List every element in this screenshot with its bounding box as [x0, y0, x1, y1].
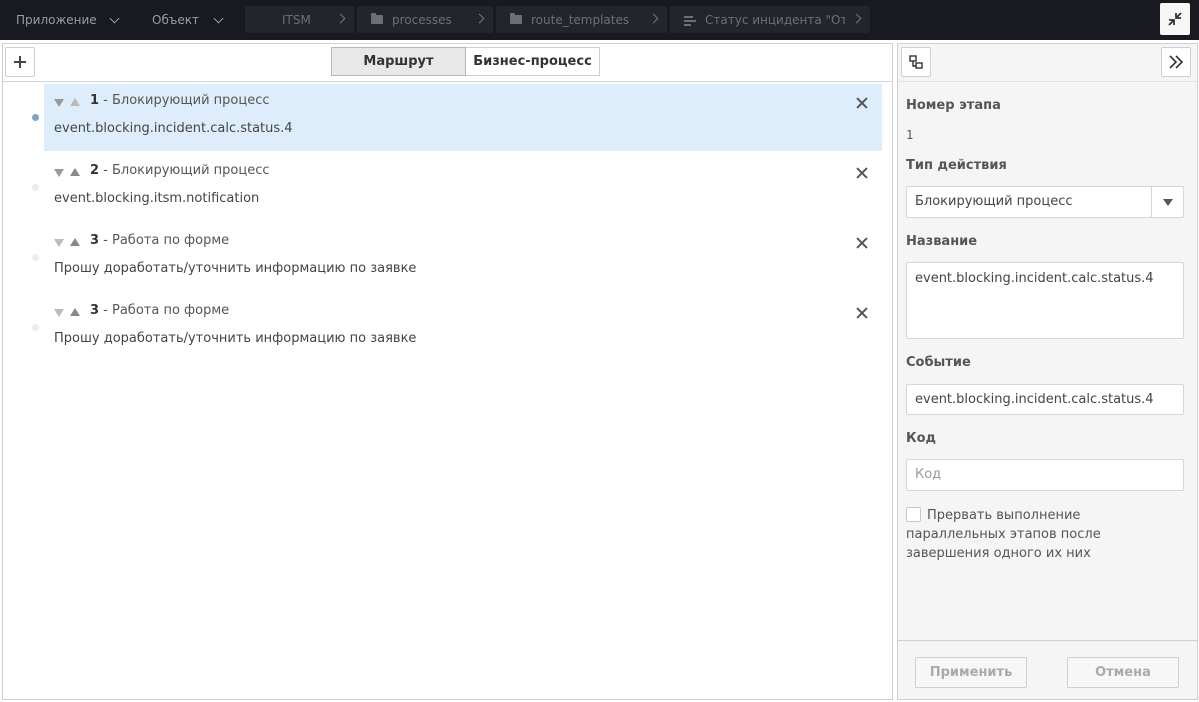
stage-type: - Работа по форме — [99, 303, 230, 318]
stage-description: Прошу доработать/уточнить информацию по … — [54, 261, 417, 276]
stage-properties-panel: Номер этапа 1 Тип действия Блокирующий п… — [897, 43, 1198, 700]
stage-dot — [32, 184, 39, 191]
breadcrumb-label: route_templates — [531, 12, 630, 27]
stage-sort-controls — [54, 97, 84, 109]
event-input[interactable]: event.blocking.incident.calc.status.4 — [906, 384, 1184, 415]
breadcrumb-label: ITSM — [282, 12, 311, 27]
stage-sort-controls — [54, 167, 84, 179]
view-tabs: Маршрут Бизнес-процесс — [331, 47, 600, 76]
action-type-label: Тип действия — [906, 158, 1007, 173]
stage-number: 3 — [90, 233, 100, 248]
breadcrumb-incident-status[interactable]: Статус инцидента "От... — [670, 6, 870, 33]
object-menu-label: Объект — [152, 13, 199, 27]
move-up-icon[interactable] — [70, 98, 80, 106]
code-label: Код — [906, 431, 937, 446]
stage-sort-controls — [54, 307, 84, 319]
stage-dot — [32, 324, 39, 331]
object-menu[interactable]: Объект — [152, 0, 224, 40]
add-stage-button[interactable] — [5, 47, 35, 77]
tab-route[interactable]: Маршрут — [331, 47, 466, 76]
delete-stage-button[interactable] — [856, 97, 868, 109]
tab-business-process[interactable]: Бизнес-процесс — [466, 47, 600, 76]
stage-number: 3 — [90, 303, 100, 318]
stage-type: - Работа по форме — [99, 233, 230, 248]
stage-title: 2 - Блокирующий процесс — [90, 163, 270, 178]
stage-description: Прошу доработать/уточнить информацию по … — [54, 331, 417, 346]
name-textarea[interactable]: event.blocking.incident.calc.status.4 — [906, 262, 1184, 339]
stage-title: 3 - Работа по форме — [90, 233, 229, 248]
app-menu-label: Приложение — [16, 13, 97, 27]
folder-icon — [371, 13, 383, 24]
plus-icon — [14, 56, 26, 68]
stage-row[interactable]: 3 - Работа по форме Прошу доработать/уто… — [44, 224, 882, 291]
stage-active-dot — [32, 114, 39, 121]
properties-footer: Применить Отмена — [898, 640, 1197, 700]
chevron-right-icon — [648, 13, 659, 24]
move-down-icon[interactable] — [54, 309, 64, 317]
name-label: Название — [906, 234, 978, 249]
move-up-icon[interactable] — [70, 168, 80, 176]
stage-title: 3 - Работа по форме — [90, 303, 229, 318]
stage-type: - Блокирующий процесс — [99, 163, 270, 178]
stage-number-label: Номер этапа — [906, 98, 1001, 113]
top-bar: Приложение Объект ITSM processes route_t… — [0, 0, 1199, 40]
tree-icon — [909, 55, 923, 69]
move-down-icon[interactable] — [54, 239, 64, 247]
stage-row[interactable]: 3 - Работа по форме Прошу доработать/уто… — [44, 294, 882, 361]
stage-row[interactable]: 2 - Блокирующий процесс event.blocking.i… — [44, 154, 882, 221]
apply-button[interactable]: Применить — [915, 657, 1027, 688]
breadcrumb-processes[interactable]: processes — [357, 6, 493, 33]
stage-sort-controls — [54, 237, 84, 249]
delete-stage-button[interactable] — [856, 167, 868, 179]
route-toolbar: Маршрут Бизнес-процесс — [3, 44, 892, 82]
chevron-down-icon — [109, 13, 120, 23]
collapse-panel-button[interactable] — [1161, 47, 1191, 77]
chevron-right-icon — [474, 13, 485, 24]
delete-stage-button[interactable] — [856, 307, 868, 319]
move-up-icon[interactable] — [70, 238, 80, 246]
stage-type: - Блокирующий процесс — [99, 93, 270, 108]
route-icon — [684, 15, 696, 26]
folder-icon — [510, 13, 522, 24]
breadcrumb-label: Статус инцидента "От... — [705, 12, 845, 27]
action-type-value: Блокирующий процесс — [915, 194, 1073, 209]
stage-title: 1 - Блокирующий процесс — [90, 93, 270, 108]
collapse-icon — [1168, 12, 1182, 26]
stage-description: event.blocking.itsm.notification — [54, 191, 260, 206]
move-up-icon[interactable] — [70, 308, 80, 316]
cancel-button[interactable]: Отмена — [1067, 657, 1179, 688]
app-menu[interactable]: Приложение — [16, 0, 120, 40]
breadcrumb-route-templates[interactable]: route_templates — [496, 6, 667, 33]
action-type-select[interactable]: Блокирующий процесс — [906, 186, 1184, 218]
double-chevron-right-icon — [1169, 55, 1184, 69]
stage-number: 2 — [90, 163, 100, 178]
event-label: Событие — [906, 355, 971, 370]
code-input[interactable]: Код — [906, 459, 1184, 491]
chevron-down-icon[interactable] — [1151, 187, 1183, 217]
breadcrumb-itsm[interactable]: ITSM — [245, 6, 354, 33]
chevron-down-icon — [213, 13, 224, 23]
stage-dot — [32, 254, 39, 261]
stage-number-value: 1 — [906, 128, 914, 142]
delete-stage-button[interactable] — [856, 237, 868, 249]
interrupt-checkbox-label: Прервать выполнение параллельных этапов … — [906, 508, 1101, 561]
chevron-right-icon — [335, 13, 346, 24]
move-down-icon[interactable] — [54, 169, 64, 177]
breadcrumb-label: processes — [392, 12, 452, 27]
stage-row[interactable]: 1 - Блокирующий процесс event.blocking.i… — [44, 84, 882, 151]
stage-description: event.blocking.incident.calc.status.4 — [54, 121, 293, 136]
move-down-icon[interactable] — [54, 99, 64, 107]
route-editor-panel: Маршрут Бизнес-процесс 1 - Блокирующий п… — [2, 43, 893, 700]
chevron-right-icon — [851, 13, 862, 24]
stage-number: 1 — [90, 93, 100, 108]
tree-view-button[interactable] — [901, 47, 931, 77]
properties-toolbar — [898, 44, 1197, 82]
collapse-button[interactable] — [1160, 3, 1190, 35]
